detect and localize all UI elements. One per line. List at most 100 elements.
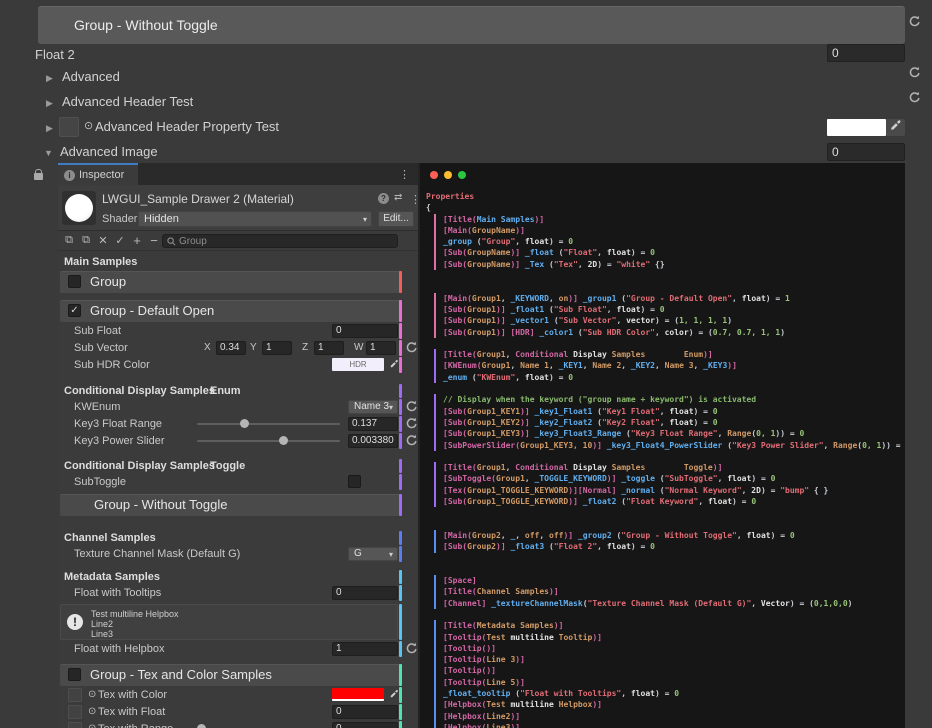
- revert-icon[interactable]: [908, 15, 921, 28]
- value-field[interactable]: 1: [332, 642, 398, 656]
- code-line: [SubPowerSlider(Group1_KEY3, 10)] _key3_…: [443, 440, 905, 451]
- vector-field[interactable]: 1: [262, 341, 292, 355]
- code-token: multiline: [510, 633, 558, 642]
- code-line: _group ("Group", float) = 0: [443, 236, 905, 247]
- close-icon[interactable]: [430, 171, 438, 179]
- dropdown[interactable]: Name 3▾: [348, 400, 398, 414]
- texture-thumbnail[interactable]: [68, 722, 82, 728]
- code-token: // Display when the keyword ("group name…: [443, 395, 756, 404]
- group-toggle-checkbox[interactable]: [68, 668, 81, 681]
- slider-handle[interactable]: [197, 724, 206, 728]
- code-token: )]: [496, 542, 510, 551]
- value-field[interactable]: 0.003380: [348, 434, 398, 448]
- slider-track[interactable]: [197, 440, 340, 442]
- eyedropper-icon[interactable]: [886, 119, 905, 136]
- zoom-icon[interactable]: [458, 171, 466, 179]
- vector-field[interactable]: 1: [366, 341, 396, 355]
- foldout-advanced-arrow[interactable]: ▶: [46, 73, 53, 84]
- property-label: Float with Tooltips: [74, 585, 161, 601]
- hdr-color-swatch[interactable]: HDR: [332, 358, 384, 371]
- copy-icon[interactable]: ⧉: [62, 234, 76, 248]
- code-line: [SubToggle(Group1, _TOGGLE_KEYWORD)] _to…: [443, 473, 905, 484]
- eyedropper-icon[interactable]: [389, 356, 399, 374]
- vector-field[interactable]: 1: [314, 341, 344, 355]
- value-field[interactable]: 0: [332, 722, 398, 728]
- slider-track[interactable]: [197, 423, 340, 425]
- color-swatch-white[interactable]: [827, 119, 886, 136]
- add-icon[interactable]: +: [130, 234, 144, 248]
- collapse-icon[interactable]: ✕: [96, 234, 110, 248]
- slider-handle[interactable]: [240, 419, 249, 428]
- code-token: Test: [486, 700, 510, 709]
- remove-icon[interactable]: −: [147, 234, 161, 248]
- foldout-advanced-label[interactable]: Advanced: [62, 69, 120, 84]
- code-token: Tooltip: [559, 633, 593, 642]
- spacer: [58, 373, 418, 380]
- kebab-menu-icon[interactable]: ⋮: [399, 168, 410, 181]
- revert-icon[interactable]: [908, 91, 921, 104]
- value-field[interactable]: 0: [332, 586, 398, 600]
- preset-icon[interactable]: ⇄: [394, 192, 402, 203]
- texture-thumbnail[interactable]: [68, 705, 82, 719]
- texture-thumbnail[interactable]: [68, 688, 82, 702]
- code-token: ,: [607, 305, 617, 314]
- foldout-advanced-header-property-arrow[interactable]: ▶: [46, 123, 53, 134]
- revert-icon[interactable]: [405, 400, 418, 417]
- material-toolbar: ⧉ ⧉ ✕ ✓ + − Group: [58, 231, 418, 251]
- foldout-advanced-header-property-label[interactable]: Advanced Header Property Test: [95, 119, 279, 134]
- code-token: [Sub(: [443, 418, 467, 427]
- revert-icon[interactable]: [908, 15, 921, 28]
- value-field[interactable]: 0: [332, 324, 398, 338]
- revert-icon[interactable]: [405, 417, 418, 434]
- tab-inspector[interactable]: i Inspector: [58, 163, 138, 185]
- foldout-advanced-header-test-arrow[interactable]: ▶: [46, 98, 53, 109]
- group-toggle-checkbox[interactable]: ✓: [68, 304, 81, 317]
- float2-field[interactable]: 0: [827, 44, 905, 62]
- group-toggle-checkbox[interactable]: [68, 275, 81, 288]
- help-icon[interactable]: ?: [378, 193, 389, 204]
- code-token: 0, 1: [862, 441, 881, 450]
- foldout-advanced-image-arrow[interactable]: ▼: [44, 148, 53, 158]
- texture-thumbnail[interactable]: [59, 117, 79, 137]
- paste-icon[interactable]: ⧉: [79, 234, 93, 248]
- advanced-image-preview: i Inspector ⋮ LWGUI_Sample Drawer 2 (Mat…: [58, 163, 905, 728]
- code-token: )) =: [775, 429, 799, 438]
- code-line: [Sub(GroupName)] _float ("Float", float)…: [443, 247, 905, 258]
- code-line: [Title(Channel Samples)]: [443, 586, 905, 597]
- code-line: [Sub(GroupName)] _Tex ("Tex", 2D) = "whi…: [443, 259, 905, 270]
- revert-icon[interactable]: [908, 91, 921, 104]
- property-label: Tex with Float: [98, 704, 165, 720]
- advanced-image-field[interactable]: 0: [827, 143, 905, 161]
- eyedropper-icon[interactable]: [389, 686, 399, 704]
- code-token: ,: [539, 531, 549, 540]
- property-search-input[interactable]: Group: [162, 234, 398, 248]
- code-token: ,: [655, 361, 665, 370]
- code-line: [Sub(Group1_TOGGLE_KEYWORD)] _float2 ("F…: [443, 496, 905, 507]
- foldout-advanced-image-label[interactable]: Advanced Image: [60, 144, 158, 159]
- lock-icon[interactable]: [34, 173, 43, 180]
- value-field[interactable]: 0: [332, 705, 398, 719]
- color-swatch[interactable]: [332, 688, 384, 701]
- eyedropper-icon[interactable]: [889, 119, 902, 137]
- group-header-without-toggle[interactable]: Group - Without Toggle: [38, 6, 905, 44]
- revert-icon[interactable]: [908, 66, 921, 79]
- edit-shader-button[interactable]: Edit...: [378, 211, 414, 227]
- code-token: ,: [718, 474, 728, 483]
- shader-dropdown[interactable]: Hidden ▾: [138, 211, 372, 227]
- dropdown[interactable]: G▾: [348, 547, 398, 561]
- revert-icon[interactable]: [405, 341, 418, 358]
- code-token: Group1: [477, 350, 506, 359]
- vector-field[interactable]: 0.34: [216, 341, 246, 355]
- value-field[interactable]: 0.137: [348, 417, 398, 431]
- check-icon[interactable]: ✓: [113, 234, 127, 248]
- code-token: [Sub(: [443, 316, 467, 325]
- property-label: KWEnum: [74, 399, 120, 415]
- group-color-bar: [399, 433, 402, 449]
- slider-handle[interactable]: [279, 436, 288, 445]
- property-checkbox[interactable]: [348, 475, 361, 488]
- code-token: "Key3 Float Range": [631, 429, 718, 438]
- foldout-advanced-header-test-label[interactable]: Advanced Header Test: [62, 94, 193, 109]
- minimize-icon[interactable]: [444, 171, 452, 179]
- revert-icon[interactable]: [908, 66, 921, 79]
- texture-dot-icon: ⊙: [84, 119, 93, 132]
